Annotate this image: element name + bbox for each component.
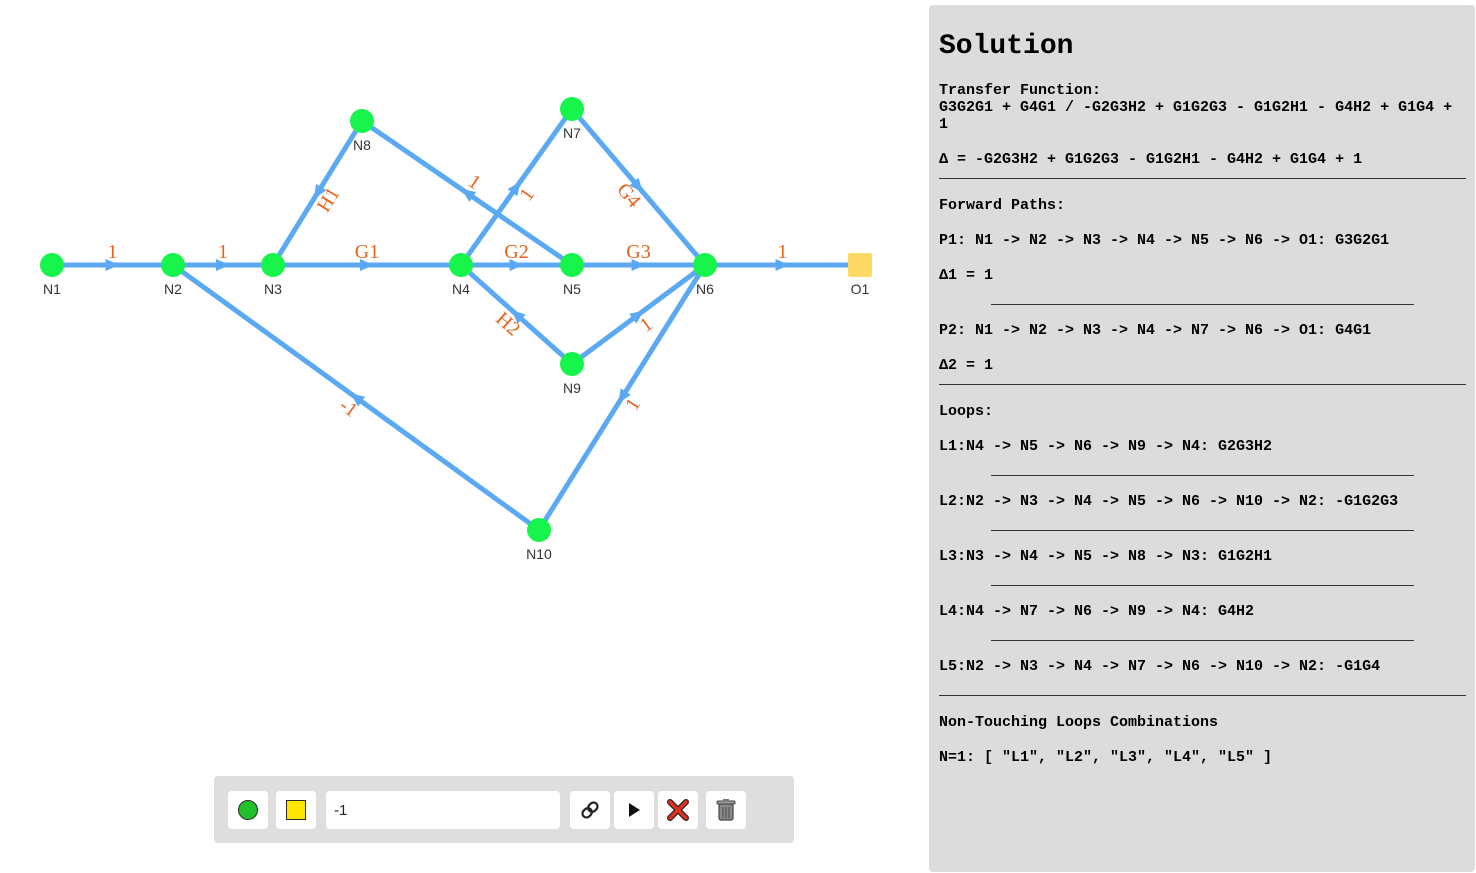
forward-paths-heading: Forward Paths: (939, 197, 1066, 214)
add-node-button[interactable] (228, 791, 268, 829)
divider (939, 695, 1466, 696)
node-n2[interactable] (161, 253, 185, 277)
signal-flow-graph[interactable]: 1 1 G1 G2 G3 1H111 G4H2 1-1 1N1 N2 N3 N4 N5 N6N7N8N9N… (0, 0, 925, 873)
node-n10[interactable] (527, 518, 551, 542)
node-label: N10 (526, 546, 552, 562)
loop-l3: L3:N3 -> N4 -> N5 -> N8 -> N3: G1G2H1 (939, 548, 1273, 565)
node-n6[interactable] (693, 253, 717, 277)
add-output-button[interactable] (276, 791, 316, 829)
non-touching-loops-n1: N=1: [ "L1", "L2", "L3", "L4", "L5" ] (939, 749, 1273, 766)
edge-gain-label: 1 (778, 241, 788, 263)
edge-gain-label: 1 (218, 241, 228, 263)
node-n3[interactable] (261, 253, 285, 277)
trash-icon (716, 799, 736, 821)
edge-gain-label: G1 (355, 241, 379, 263)
node-label: N8 (353, 137, 371, 153)
node-label: N2 (164, 281, 182, 297)
delete-button[interactable] (658, 791, 698, 829)
edge-gain-label: G3 (626, 241, 650, 263)
connect-button[interactable] (570, 791, 610, 829)
node-label: O1 (851, 281, 870, 297)
non-touching-loops-heading: Non-Touching Loops Combinations (939, 714, 1219, 731)
node-label: N1 (43, 281, 61, 297)
edge-gain-label: 1 (108, 241, 118, 263)
transfer-function-heading: Transfer Function: (939, 82, 1102, 99)
solution-title: Solution (939, 31, 1074, 62)
divider (939, 178, 1466, 179)
forward-path-p1: P1: N1 -> N2 -> N3 -> N4 -> N5 -> N6 -> … (939, 232, 1390, 249)
divider (991, 475, 1414, 476)
loop-l5: L5:N2 -> N3 -> N4 -> N7 -> N6 -> N10 -> … (939, 658, 1381, 675)
forward-path-p2: P2: N1 -> N2 -> N3 -> N4 -> N7 -> N6 -> … (939, 322, 1372, 339)
edge-gain-label: 1 (515, 184, 539, 205)
output-node-o1[interactable] (848, 253, 872, 277)
node-label: N6 (696, 281, 714, 297)
yellow-square-icon (286, 800, 306, 820)
edge-gain-label: 1 (636, 313, 657, 337)
divider (991, 304, 1414, 305)
divider (991, 640, 1414, 641)
node-n9[interactable] (560, 352, 584, 376)
toolbar (214, 776, 794, 843)
divider (939, 384, 1466, 385)
link-icon (581, 801, 599, 819)
forward-path-p1-delta: ∆1 = 1 (939, 267, 994, 284)
solution-panel: Solution Transfer Function: G3G2G1 + G4G… (929, 5, 1475, 872)
loops-heading: Loops: (939, 403, 994, 420)
edge-gain-label: G2 (504, 241, 528, 263)
node-label: N7 (563, 125, 581, 141)
node-n5[interactable] (560, 253, 584, 277)
node-n1[interactable] (40, 253, 64, 277)
play-icon (629, 803, 640, 817)
red-x-icon (667, 799, 689, 821)
clear-button[interactable] (706, 791, 746, 829)
gain-input[interactable] (326, 791, 560, 829)
node-n4[interactable] (449, 253, 473, 277)
forward-path-p2-delta: ∆2 = 1 (939, 357, 994, 374)
node-n8[interactable] (350, 109, 374, 133)
node-n7[interactable] (560, 97, 584, 121)
edge-gain-label: 1 (621, 394, 645, 414)
edge-gain-label: 1 (464, 170, 485, 194)
delta-value: ∆ = -G2G3H2 + G1G2G3 - G1G2H1 - G4H2 + G… (939, 151, 1363, 168)
transfer-function-value: G3G2G1 + G4G1 / -G2G3H2 + G1G2G3 - G1G2H… (939, 99, 1462, 133)
node-label: N9 (563, 380, 581, 396)
loop-l2: L2:N2 -> N3 -> N4 -> N5 -> N6 -> N10 -> … (939, 493, 1399, 510)
divider (991, 530, 1414, 531)
node-label: N5 (563, 281, 581, 297)
green-circle-icon (238, 800, 258, 820)
graph-canvas[interactable]: 1 1 G1 G2 G3 1 H1 1 1 G4 H2 1 -1 1 N1 N2 N3 N4 N5 N6 N7 N8 N9 N… (0, 0, 925, 873)
run-button[interactable] (614, 791, 654, 829)
node-label: N4 (452, 281, 470, 297)
loop-l1: L1:N4 -> N5 -> N6 -> N9 -> N4: G2G3H2 (939, 438, 1273, 455)
loop-l4: L4:N4 -> N7 -> N6 -> N9 -> N4: G4H2 (939, 603, 1255, 620)
node-label: N3 (264, 281, 282, 297)
divider (991, 585, 1414, 586)
